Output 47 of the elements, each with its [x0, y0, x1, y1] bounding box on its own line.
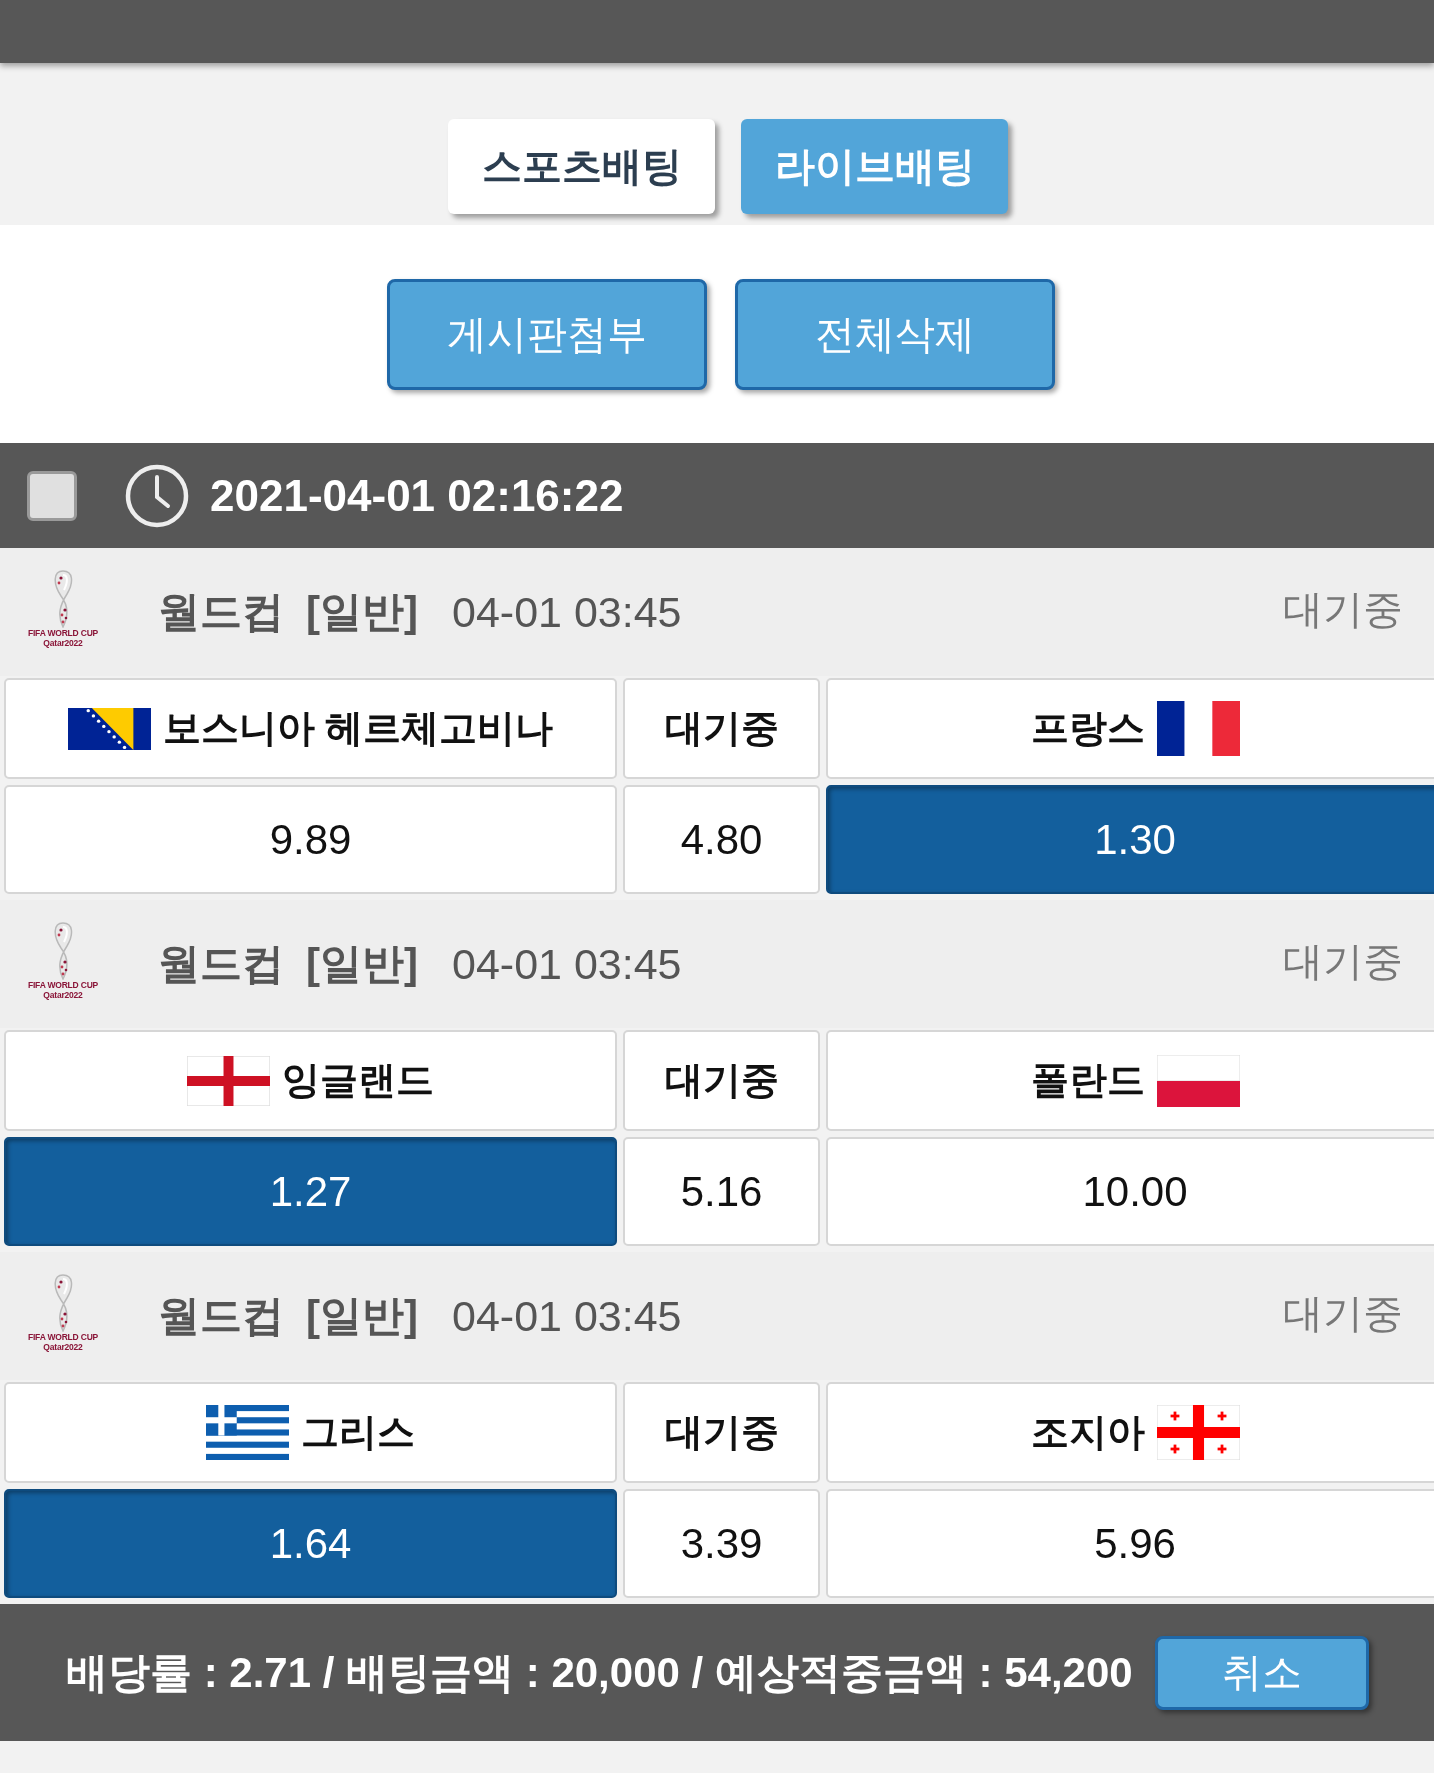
- clock-icon: [125, 463, 189, 528]
- draw-cell: 대기중: [623, 1382, 820, 1483]
- team-name: 조지아: [1030, 1410, 1145, 1455]
- logo-text: FIFA WORLD CUP: [27, 1332, 99, 1342]
- odds-button[interactable]: 1.27: [4, 1137, 617, 1246]
- bet-type: [일반]: [306, 939, 418, 989]
- league-name: 월드컵: [158, 587, 284, 637]
- draw-cell: 대기중: [623, 1030, 820, 1131]
- tab[interactable]: 스포츠배팅: [448, 119, 715, 214]
- flag-icon: [67, 707, 151, 750]
- bet-summary: 배당률 : 2.71 / 배팅금액 : 20,000 / 예상적중금액 : 54,200: [66, 1647, 1133, 1698]
- odds-button[interactable]: 1.30: [826, 785, 1434, 894]
- team-name: 그리스: [301, 1410, 415, 1455]
- odds-button[interactable]: 5.16: [623, 1137, 820, 1246]
- team-name: 폴란드: [1030, 1058, 1145, 1103]
- logo-text: Qatar2022: [43, 1342, 83, 1352]
- bet-type: [일반]: [306, 1291, 418, 1341]
- bet-time: 2021-04-01 02:16:22: [210, 470, 624, 521]
- league-name: 월드컵: [158, 939, 284, 989]
- flag-icon: [187, 1055, 270, 1106]
- team-name: 프랑스: [1030, 706, 1145, 751]
- odds-button[interactable]: 9.89: [4, 785, 617, 894]
- odds-button[interactable]: 10.00: [826, 1137, 1434, 1246]
- league-name: 월드컵: [158, 1291, 284, 1341]
- flag-icon: [1156, 701, 1240, 756]
- match-time: 04-01 03:45: [452, 939, 682, 989]
- match-time: 04-01 03:45: [452, 1291, 682, 1341]
- team-name: 보스니아 헤르체고비나: [162, 706, 554, 751]
- team-name: 잉글랜드: [282, 1058, 434, 1103]
- odds-button[interactable]: 3.39: [623, 1489, 820, 1598]
- flag-icon: [1156, 1405, 1240, 1460]
- checkbox[interactable]: [27, 470, 77, 521]
- logo-text: FIFA WORLD CUP: [27, 980, 99, 990]
- logo-text: Qatar2022: [43, 638, 83, 648]
- match-status: 대기중: [1283, 938, 1403, 985]
- odds-button[interactable]: 4.80: [623, 785, 820, 894]
- flag-icon: [206, 1405, 289, 1460]
- logo-text: FIFA WORLD CUP: [27, 628, 99, 638]
- odds-button[interactable]: 1.64: [4, 1489, 617, 1598]
- draw-cell: 대기중: [623, 678, 820, 779]
- flag-icon: [1156, 1054, 1240, 1107]
- logo-text: Qatar2022: [43, 990, 83, 1000]
- match-time: 04-01 03:45: [452, 587, 682, 637]
- match-status: 대기중: [1283, 1290, 1403, 1337]
- bet-type: [일반]: [306, 587, 418, 637]
- match-status: 대기중: [1283, 586, 1403, 633]
- odds-button[interactable]: 5.96: [826, 1489, 1434, 1598]
